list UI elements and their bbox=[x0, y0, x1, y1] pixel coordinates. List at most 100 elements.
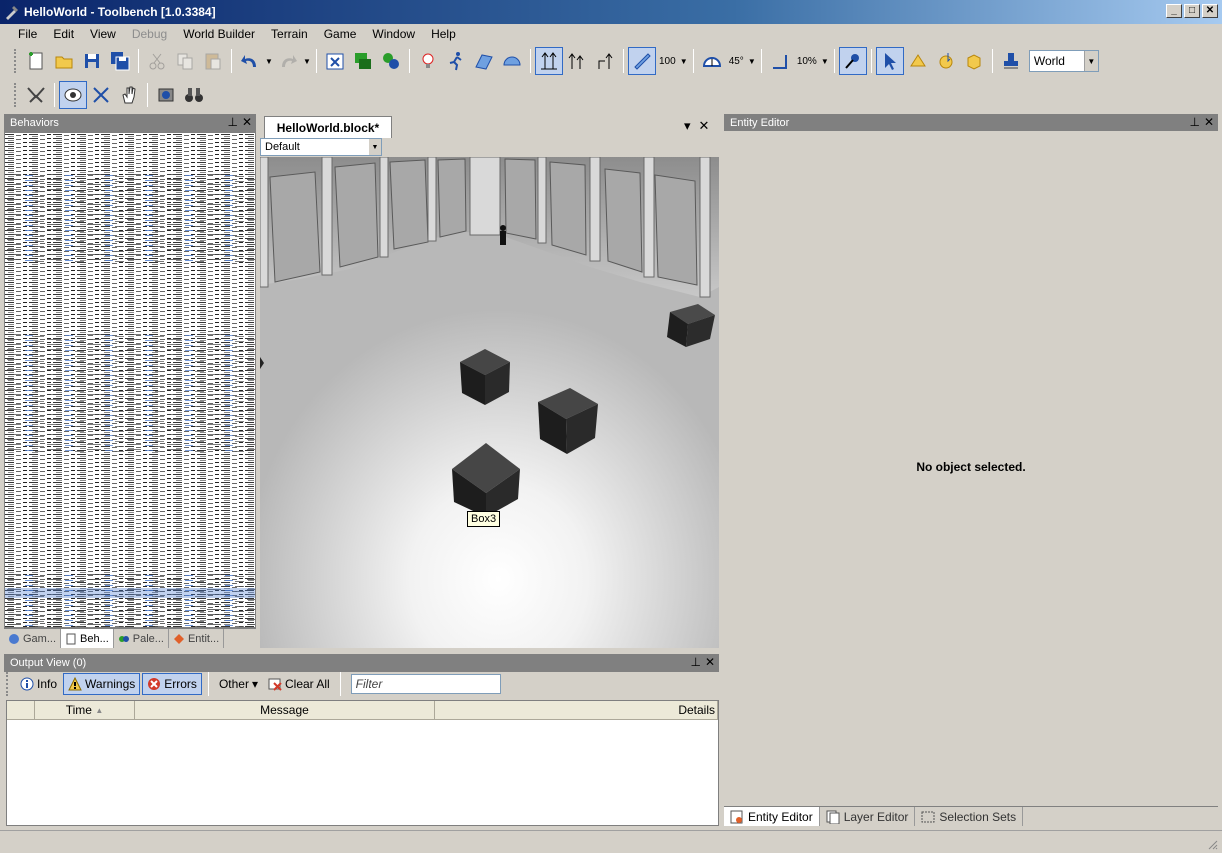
scale-snap-dropdown[interactable]: ▼ bbox=[820, 47, 830, 75]
behaviors-list-content bbox=[5, 133, 255, 627]
behaviors-panel-header: Behaviors ⊥ ✕ bbox=[4, 114, 256, 132]
select-boxes-button[interactable] bbox=[960, 47, 988, 75]
angle-snap-button[interactable] bbox=[698, 47, 726, 75]
minimize-button[interactable]: _ bbox=[1166, 4, 1182, 18]
pin-icon[interactable]: ⊥ bbox=[227, 115, 237, 129]
pin-icon[interactable]: ⊥ bbox=[1189, 115, 1199, 129]
view-mode-combo[interactable]: Default ▼ bbox=[260, 138, 382, 156]
clear-all-button[interactable]: Clear All bbox=[264, 673, 334, 695]
save-all-button[interactable] bbox=[106, 47, 134, 75]
maximize-button[interactable]: □ bbox=[1184, 4, 1200, 18]
menu-file[interactable]: File bbox=[10, 27, 45, 41]
warnings-filter-label: Warnings bbox=[85, 677, 136, 691]
snap-rotate-button[interactable] bbox=[563, 47, 591, 75]
tab-entity-editor[interactable]: Entity Editor bbox=[724, 807, 820, 826]
menu-help[interactable]: Help bbox=[423, 27, 464, 41]
pin-button[interactable] bbox=[838, 47, 867, 75]
menu-game[interactable]: Game bbox=[316, 27, 365, 41]
cut-button[interactable] bbox=[143, 47, 171, 75]
orbit-camera-button[interactable] bbox=[59, 81, 87, 109]
errors-filter-button[interactable]: Errors bbox=[142, 673, 202, 695]
document-icon bbox=[66, 633, 76, 644]
output-grid-header: Time ▲ Message Details bbox=[7, 701, 718, 720]
camera-settings-button[interactable] bbox=[152, 81, 180, 109]
excel-export-button[interactable] bbox=[321, 47, 349, 75]
paint-cursor-icon bbox=[909, 54, 926, 67]
other-filter-dropdown[interactable]: Other ▾ bbox=[215, 673, 262, 695]
dome-button[interactable] bbox=[498, 47, 526, 75]
menu-debug[interactable]: Debug bbox=[124, 27, 175, 41]
stamp-button[interactable] bbox=[997, 47, 1025, 75]
behaviors-panel-title: Behaviors bbox=[10, 117, 59, 129]
tab-entities[interactable]: Entit... bbox=[169, 629, 225, 648]
warnings-filter-button[interactable]: Warnings bbox=[63, 673, 141, 695]
toolbar-grip[interactable] bbox=[14, 83, 18, 107]
paste-button[interactable] bbox=[199, 47, 227, 75]
pushpin-icon bbox=[845, 54, 859, 69]
redo-dropdown-arrow[interactable]: ▼ bbox=[302, 47, 312, 75]
select-objects-button[interactable] bbox=[932, 47, 960, 75]
close-icon[interactable]: ✕ bbox=[705, 655, 715, 669]
scale-snap-button[interactable] bbox=[766, 47, 794, 75]
ruler-icon bbox=[634, 53, 651, 70]
layers-button[interactable] bbox=[349, 47, 377, 75]
info-filter-button[interactable]: Info bbox=[16, 673, 61, 695]
light-button[interactable] bbox=[414, 47, 442, 75]
menu-edit[interactable]: Edit bbox=[45, 27, 82, 41]
resize-grip-icon[interactable] bbox=[1206, 838, 1218, 850]
pan-camera-button[interactable] bbox=[115, 81, 143, 109]
new-file-button[interactable] bbox=[22, 47, 50, 75]
tab-selection-sets[interactable]: Selection Sets bbox=[915, 807, 1024, 826]
grid-snap-button[interactable] bbox=[628, 47, 656, 75]
output-toolbar: Info Warnings Errors Other ▾ Clear All Fi… bbox=[6, 672, 716, 696]
behaviors-list[interactable] bbox=[4, 132, 256, 628]
tab-game[interactable]: Gam... bbox=[4, 629, 62, 648]
tab-layer-editor[interactable]: Layer Editor bbox=[820, 807, 916, 826]
toolbar-grip[interactable] bbox=[14, 49, 18, 73]
menu-window[interactable]: Window bbox=[364, 27, 423, 41]
coordinate-space-combo[interactable]: World ▼ bbox=[1028, 50, 1099, 72]
window-controls: _ □ ✕ bbox=[1166, 4, 1218, 18]
binoculars-button[interactable] bbox=[180, 81, 208, 109]
output-grid[interactable]: Time ▲ Message Details bbox=[6, 700, 719, 826]
pin-icon[interactable]: ⊥ bbox=[690, 655, 700, 669]
output-filter-input[interactable]: Filter bbox=[350, 674, 501, 694]
document-close-icon[interactable]: ✕ bbox=[699, 118, 710, 134]
column-header-details[interactable]: Details bbox=[435, 701, 718, 719]
new-file-icon bbox=[29, 52, 43, 70]
close-icon[interactable]: ✕ bbox=[1204, 115, 1214, 129]
angle-snap-dropdown[interactable]: ▼ bbox=[747, 47, 757, 75]
column-header-time[interactable]: Time ▲ bbox=[35, 701, 135, 719]
character-button[interactable] bbox=[442, 47, 470, 75]
grid-snap-dropdown[interactable]: ▼ bbox=[679, 47, 689, 75]
select-tool-button[interactable] bbox=[875, 47, 904, 75]
copy-button[interactable] bbox=[171, 47, 199, 75]
clipboard-icon bbox=[205, 53, 221, 70]
menu-world-builder[interactable]: World Builder bbox=[175, 27, 263, 41]
plane-button[interactable] bbox=[470, 47, 498, 75]
open-button[interactable] bbox=[50, 47, 78, 75]
fly-camera-button[interactable] bbox=[22, 81, 50, 109]
undo-dropdown-arrow[interactable]: ▼ bbox=[264, 47, 274, 75]
toolbar-separator bbox=[409, 49, 410, 73]
save-button[interactable] bbox=[78, 47, 106, 75]
menu-terrain[interactable]: Terrain bbox=[263, 27, 316, 41]
snap-scale-button[interactable] bbox=[591, 47, 619, 75]
redo-button[interactable] bbox=[274, 47, 302, 75]
undo-button[interactable] bbox=[236, 47, 264, 75]
tab-palette[interactable]: Pale... bbox=[114, 629, 169, 648]
snap-move-button[interactable] bbox=[535, 47, 563, 75]
select-faces-button[interactable] bbox=[904, 47, 932, 75]
close-button[interactable]: ✕ bbox=[1202, 4, 1218, 18]
sync-button[interactable] bbox=[377, 47, 405, 75]
column-header-message[interactable]: Message bbox=[135, 701, 435, 719]
toolbar-grip[interactable] bbox=[6, 672, 10, 696]
toolbar-separator bbox=[316, 49, 317, 73]
tab-behaviors[interactable]: Beh... bbox=[61, 629, 114, 648]
document-list-dropdown-icon[interactable]: ▾ bbox=[684, 118, 691, 134]
menu-view[interactable]: View bbox=[82, 27, 124, 41]
3d-viewport[interactable] bbox=[260, 157, 719, 648]
close-icon[interactable]: ✕ bbox=[242, 115, 252, 129]
document-tab[interactable]: HelloWorld.block* bbox=[264, 116, 392, 138]
zoom-camera-button[interactable] bbox=[87, 81, 115, 109]
